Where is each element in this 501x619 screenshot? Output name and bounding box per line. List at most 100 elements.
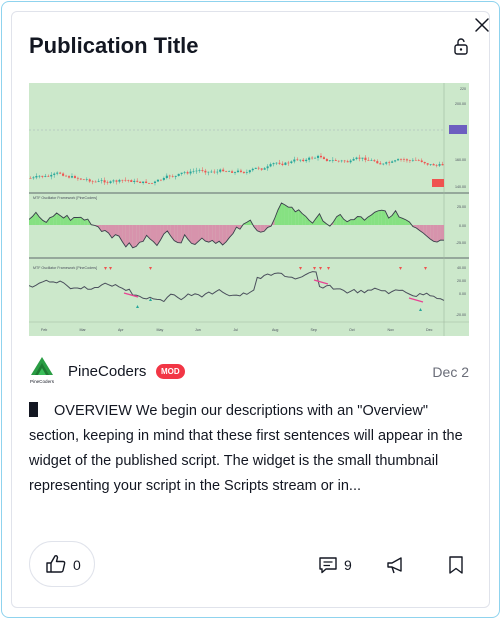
comments-button[interactable]: 9 bbox=[318, 555, 358, 575]
candle-body bbox=[65, 175, 68, 177]
candle-body bbox=[429, 164, 432, 165]
candle-body bbox=[210, 171, 213, 173]
pinecoders-avatar[interactable]: PineCoders bbox=[29, 356, 55, 386]
osc1-fill bbox=[433, 225, 438, 243]
candle-body bbox=[242, 171, 245, 173]
candle-body bbox=[159, 179, 162, 181]
chart-svg: 220200.00180.00160.00140.00MTF Oscillato… bbox=[29, 83, 469, 336]
signal-down bbox=[399, 267, 402, 270]
candle-body bbox=[213, 171, 216, 173]
candle-body bbox=[411, 159, 414, 161]
osc2-axis-label: 40.00 bbox=[457, 266, 466, 270]
candle-body bbox=[82, 179, 85, 181]
candle-body bbox=[79, 178, 82, 180]
candle-body bbox=[257, 167, 260, 169]
candle-body bbox=[373, 160, 376, 162]
osc2-axis-label: -20.00 bbox=[456, 313, 466, 317]
osc1-fill bbox=[208, 225, 213, 243]
candle-body bbox=[355, 157, 358, 159]
candle-body bbox=[236, 170, 240, 173]
osc1-fill bbox=[205, 225, 209, 243]
candle-body bbox=[70, 176, 74, 178]
avatar-text: PineCoders bbox=[30, 379, 55, 384]
candle-body bbox=[85, 179, 88, 180]
description-marker bbox=[29, 402, 38, 417]
candle-body bbox=[361, 157, 364, 159]
candle-body bbox=[118, 179, 121, 182]
time-axis-label: Apr bbox=[118, 328, 124, 332]
candle-body bbox=[405, 159, 408, 161]
candle-body bbox=[165, 175, 168, 179]
time-axis-label: Oct bbox=[349, 328, 355, 332]
osc1-fill bbox=[77, 217, 81, 225]
candle-body bbox=[394, 160, 397, 162]
like-button[interactable]: 0 bbox=[29, 541, 95, 587]
candle-body bbox=[174, 175, 177, 177]
publication-title[interactable]: Publication Title bbox=[29, 33, 199, 59]
bookmark-icon[interactable] bbox=[447, 555, 465, 575]
candle-body bbox=[367, 160, 370, 161]
candle-body bbox=[76, 177, 79, 179]
candle-body bbox=[337, 160, 340, 162]
osc1-axis-label: 0.00 bbox=[459, 224, 466, 228]
boost-icon[interactable] bbox=[386, 555, 406, 575]
comment-icon bbox=[319, 557, 337, 574]
candle-body bbox=[391, 161, 394, 163]
candle-body bbox=[284, 162, 287, 165]
candle-body bbox=[272, 163, 275, 165]
signal-down bbox=[109, 267, 112, 270]
candle-body bbox=[358, 157, 361, 159]
candle-body bbox=[180, 172, 183, 174]
candle-body bbox=[308, 157, 311, 160]
candle-body bbox=[56, 172, 59, 174]
candle-body bbox=[139, 181, 142, 183]
candle-body bbox=[260, 168, 263, 170]
candle-body bbox=[91, 181, 94, 183]
osc1-fill bbox=[167, 225, 171, 237]
candle-body bbox=[343, 160, 346, 162]
description[interactable]: OVERVIEW We begin our descriptions with … bbox=[29, 399, 471, 499]
osc1-fill bbox=[357, 216, 361, 225]
candle-body bbox=[299, 159, 302, 161]
osc1-fill bbox=[132, 225, 137, 248]
candle-body bbox=[328, 160, 331, 161]
candle-body bbox=[198, 169, 201, 171]
candle-body bbox=[402, 159, 406, 160]
candle-body bbox=[97, 180, 100, 182]
candle-body bbox=[352, 158, 355, 161]
candle-body bbox=[245, 172, 248, 173]
price-axis-label: 140.00 bbox=[455, 185, 466, 189]
candle-body bbox=[364, 157, 367, 161]
candle-body bbox=[44, 175, 47, 177]
candle-body bbox=[263, 168, 266, 170]
candle-body bbox=[278, 162, 281, 164]
candle-body bbox=[142, 181, 145, 183]
candle-body bbox=[228, 171, 231, 172]
candle-body bbox=[334, 160, 337, 161]
candle-body bbox=[417, 160, 420, 161]
candle-body bbox=[302, 159, 305, 162]
author-name[interactable]: PineCoders bbox=[68, 363, 146, 380]
candle-body bbox=[171, 176, 174, 177]
candle-body bbox=[204, 170, 207, 173]
candle-body bbox=[331, 160, 334, 161]
time-axis-label: Aug bbox=[272, 328, 278, 332]
candle-body bbox=[148, 183, 151, 184]
osc2-label: MTF Oscillator Framework [PineCoders] bbox=[33, 266, 97, 270]
candle-body bbox=[251, 168, 254, 171]
osc1-fill bbox=[305, 216, 310, 225]
osc1-fill bbox=[174, 225, 178, 243]
candle-body bbox=[127, 180, 130, 181]
chart-thumbnail[interactable]: 220200.00180.00160.00140.00MTF Oscillato… bbox=[29, 83, 469, 336]
signal-up bbox=[136, 305, 139, 308]
candle-body bbox=[379, 163, 382, 165]
close-icon[interactable] bbox=[473, 16, 491, 34]
candle-body bbox=[73, 176, 76, 178]
osc1-fill bbox=[115, 225, 119, 237]
signal-down bbox=[149, 267, 152, 270]
time-axis-label: Nov bbox=[388, 328, 395, 332]
candle-body bbox=[275, 162, 278, 164]
candle-body bbox=[177, 173, 180, 176]
candle-body bbox=[186, 172, 189, 174]
candle-body bbox=[311, 157, 314, 159]
